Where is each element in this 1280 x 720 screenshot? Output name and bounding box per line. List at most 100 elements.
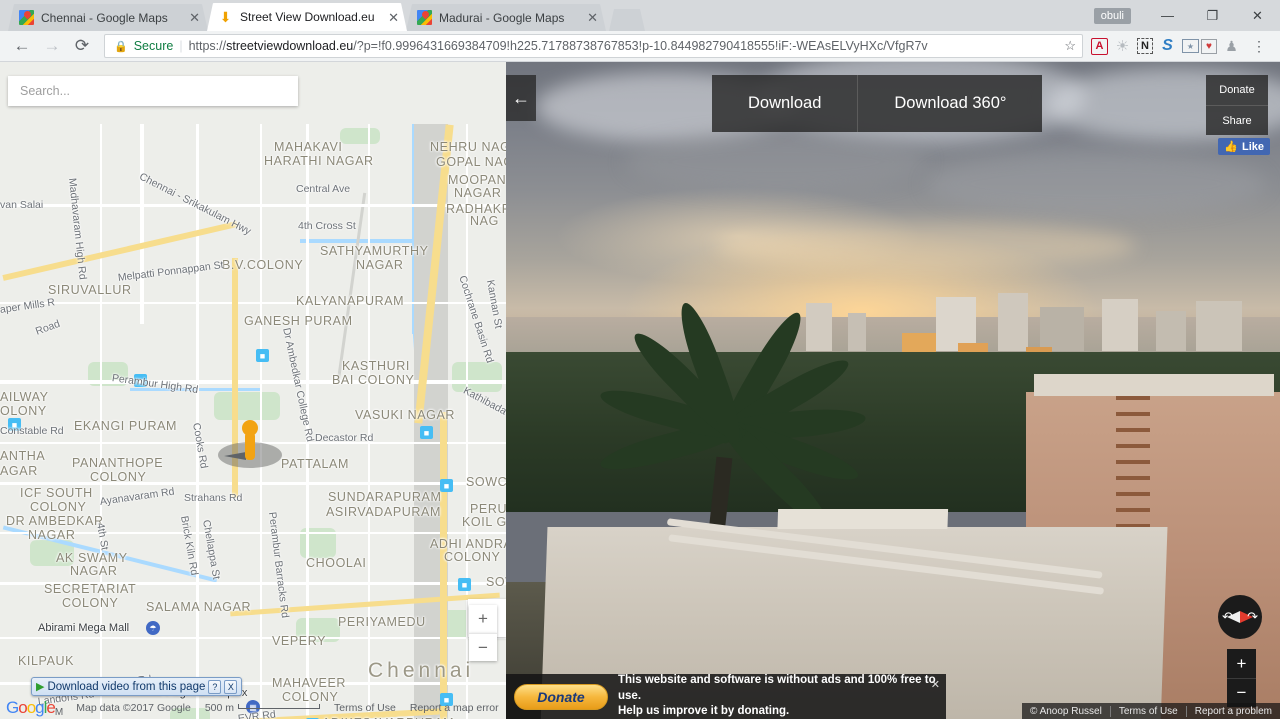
tab-street-view-download[interactable]: ⬇ Street View Download.eu ✕: [207, 3, 407, 31]
sv-zoom-in-button[interactable]: +: [1227, 649, 1256, 678]
map-area-label: Chennai: [368, 659, 475, 682]
close-window-button[interactable]: ✕: [1235, 0, 1280, 31]
map-area-label: DR AMBEDKAR: [6, 514, 104, 528]
map-street-label: Central Ave: [296, 183, 351, 195]
map-area-label: GANESH PURAM: [244, 314, 353, 328]
street-view-attribution: © Anoop Russel Terms of Use Report a pro…: [1021, 703, 1280, 719]
map-area-label: VEPERY: [272, 634, 327, 648]
donate-button-top[interactable]: Donate: [1206, 75, 1268, 105]
map-area-label: SALAMA NAGAR: [146, 600, 252, 614]
tab-strip: Chennai - Google Maps ✕ ⬇ Street View Do…: [0, 0, 1280, 31]
omnibox-divider: |: [179, 39, 183, 53]
donate-share-group: Donate Share: [1206, 75, 1268, 135]
maximize-button[interactable]: ❐: [1190, 0, 1235, 31]
forward-icon[interactable]: →: [38, 32, 66, 60]
bus-stop-icon[interactable]: ■: [256, 349, 269, 362]
donate-banner: Donate This website and software is with…: [506, 674, 946, 719]
browser-window: Chennai - Google Maps ✕ ⬇ Street View Do…: [0, 0, 1280, 720]
adobe-acrobat-icon[interactable]: A: [1091, 37, 1108, 55]
map-area-label: SUNDARAPURAM: [328, 490, 442, 504]
tab-title: Chennai - Google Maps: [41, 10, 168, 25]
back-icon[interactable]: ←: [8, 32, 36, 60]
donate-message-line1: This website and software is without ads…: [618, 674, 936, 702]
close-icon[interactable]: ✕: [187, 11, 202, 24]
tab-madurai-google-maps[interactable]: Madurai - Google Maps ✕: [406, 4, 606, 31]
map-area-label: AGAR: [0, 464, 38, 478]
url-path: /?p=!f0.9996431669384709!h225.7178873876…: [353, 39, 928, 53]
compass-icon[interactable]: ↶ ↷: [1218, 595, 1262, 639]
map-area-label: SOW: [486, 575, 506, 589]
address-bar[interactable]: 🔒 Secure | https://streetviewdownload.eu…: [104, 34, 1083, 58]
person-icon[interactable]: ♟: [1219, 34, 1244, 59]
chrome-menu-icon[interactable]: ⋮: [1246, 33, 1272, 59]
donate-button[interactable]: Donate: [514, 683, 608, 710]
map-scale: 500 m: [205, 702, 320, 714]
map-area-label: HARATHI NAGAR: [264, 154, 374, 168]
street-view-pane[interactable]: ← Download Download 360° Donate Share 👍 …: [506, 62, 1280, 719]
map-area-label: NAGAR: [356, 258, 404, 272]
lock-icon: 🔒: [114, 40, 128, 53]
download-button[interactable]: Download: [712, 75, 857, 132]
tab-chennai-google-maps[interactable]: Chennai - Google Maps ✕: [8, 4, 208, 31]
minimize-button[interactable]: —: [1145, 0, 1190, 31]
map-area-label: MAHAVEER: [272, 676, 347, 690]
map-area-label: NAGAR: [28, 528, 76, 542]
mall-icon[interactable]: ☂: [146, 621, 160, 635]
map-report-error-link[interactable]: Report a map error: [410, 702, 499, 714]
heart-icon[interactable]: ♥: [1201, 38, 1217, 54]
facebook-like-button[interactable]: 👍 Like: [1218, 138, 1270, 155]
street-view-zoom-controls: + −: [1227, 649, 1256, 707]
url-scheme: https://: [188, 39, 227, 53]
back-button[interactable]: ←: [506, 75, 536, 121]
window-star-icon[interactable]: ★: [1182, 39, 1199, 53]
globe-icon[interactable]: ☀: [1110, 34, 1135, 59]
download-360-button[interactable]: Download 360°: [857, 75, 1042, 132]
map-attribution: Map data ©2017 Google: [76, 702, 191, 714]
bus-stop-icon[interactable]: ■: [458, 578, 471, 591]
close-icon[interactable]: ✕: [585, 11, 600, 24]
map-zoom-out-button[interactable]: −: [469, 633, 497, 661]
map-area-label: B.V.COLONY: [222, 258, 304, 272]
map-footer: GoogleM Map data ©2017 Google 500 m Term…: [0, 697, 506, 719]
new-tab-button[interactable]: [609, 9, 645, 31]
google-logo: GoogleM: [6, 698, 63, 718]
evernote-icon[interactable]: N: [1137, 38, 1153, 54]
share-button[interactable]: Share: [1206, 105, 1268, 135]
map-search-placeholder: Search...: [20, 84, 71, 98]
map-area-label: KASTHURI: [342, 359, 411, 373]
map-area-label: CHOOLAI: [306, 556, 367, 570]
report-problem-link[interactable]: Report a problem: [1185, 705, 1280, 717]
bookmark-star-icon[interactable]: ☆: [1058, 38, 1076, 54]
map-street-label: Decastor Rd: [315, 432, 374, 444]
download-video-bar[interactable]: ▶ Download video from this page ? X: [31, 677, 243, 696]
close-icon[interactable]: ✕: [386, 11, 401, 24]
url-text: https://streetviewdownload.eu/?p=!f0.999…: [189, 39, 928, 53]
map-area-label: ANTHA: [0, 449, 46, 463]
bus-stop-icon[interactable]: ■: [420, 426, 433, 439]
map-area-label: KOIL GA: [462, 515, 506, 529]
reload-icon[interactable]: ⟳: [68, 32, 96, 60]
map-pane[interactable]: Search... ■ ■ ■ ■ ■ ■ ■ ■ ☂ ▦ ▦ MAHA: [0, 62, 506, 719]
map-zoom-controls: + −: [469, 605, 497, 661]
map-area-label: BAI COLONY: [332, 373, 415, 387]
map-street-label: van Salai: [0, 199, 44, 211]
close-icon[interactable]: ✕: [931, 678, 940, 691]
map-search-input[interactable]: Search...: [8, 76, 298, 106]
map-area-label: KILPAUK: [18, 654, 75, 668]
bus-stop-icon[interactable]: ■: [440, 479, 453, 492]
s-extension-icon[interactable]: S: [1155, 34, 1180, 59]
map-area-label: COLONY: [90, 470, 147, 484]
map-area-label: SOWC: [466, 475, 506, 489]
map-terms-link[interactable]: Terms of Use: [334, 702, 396, 714]
tab-title: Madurai - Google Maps: [439, 10, 565, 25]
terms-of-use-link[interactable]: Terms of Use: [1109, 705, 1186, 717]
map-area-label: COLONY: [444, 550, 501, 564]
map-area-label: VASUKI NAGAR: [355, 408, 456, 422]
profile-name-chip[interactable]: obuli: [1093, 7, 1131, 24]
map-poi-label[interactable]: Abirami Mega Mall: [38, 622, 129, 634]
thumbs-up-icon: 👍: [1224, 141, 1238, 153]
map-zoom-in-button[interactable]: +: [469, 605, 497, 633]
pegman-marker[interactable]: [218, 420, 282, 468]
help-icon[interactable]: ?: [208, 679, 222, 694]
close-icon[interactable]: X: [224, 679, 238, 694]
